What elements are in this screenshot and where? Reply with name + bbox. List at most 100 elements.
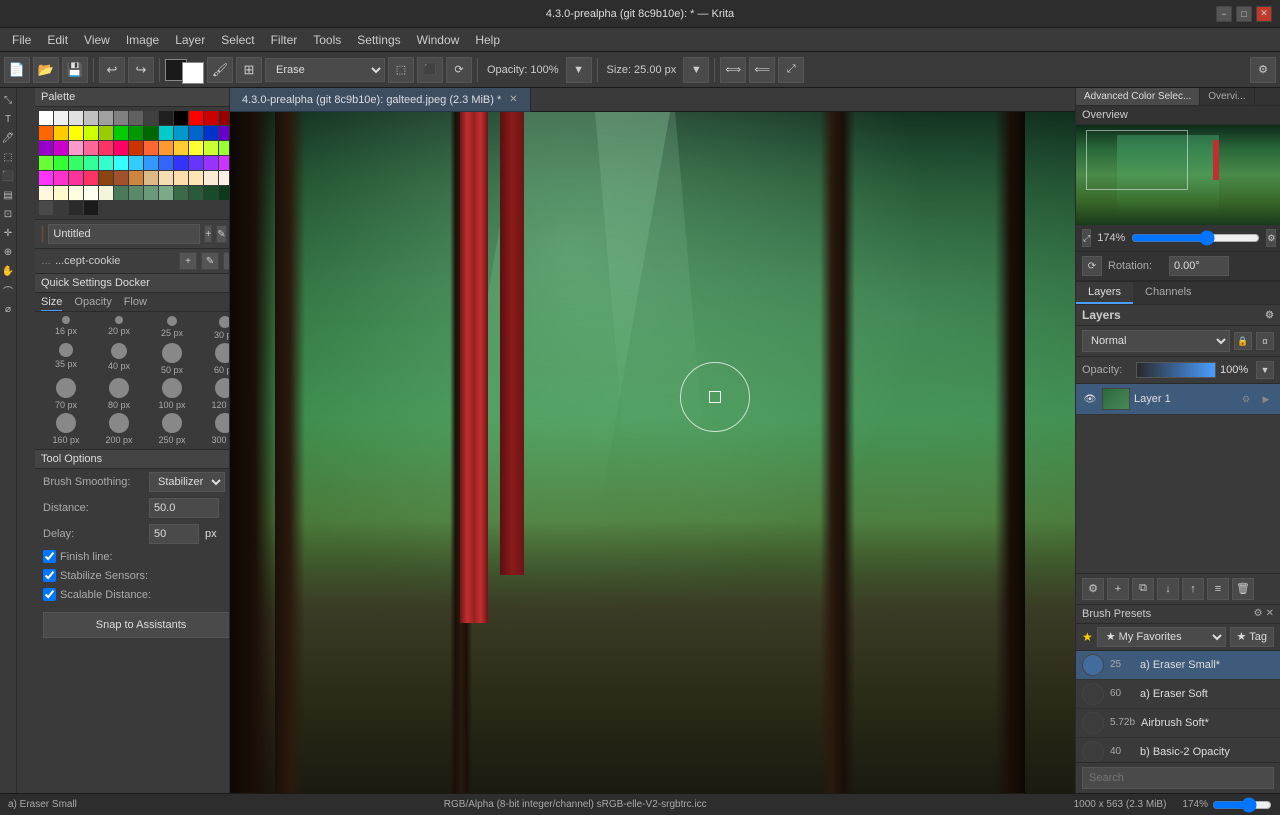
color-swatch[interactable] xyxy=(69,186,83,200)
save-file-button[interactable]: 💾 xyxy=(62,57,88,83)
maximize-button[interactable]: □ xyxy=(1236,6,1252,22)
layer-menu-button[interactable]: ≡ xyxy=(1207,578,1229,600)
color-swatch[interactable] xyxy=(54,126,68,140)
new-file-button[interactable]: 📄 xyxy=(4,57,30,83)
tool-path[interactable]: ⌒ xyxy=(0,282,16,298)
color-swatch[interactable] xyxy=(204,186,218,200)
tool-gradient[interactable]: ▤ xyxy=(0,187,16,203)
color-swatch[interactable] xyxy=(144,111,158,125)
menu-item-filter[interactable]: Filter xyxy=(263,31,306,49)
qs-brush-option[interactable]: 25 px xyxy=(147,316,197,340)
status-zoom-slider[interactable] xyxy=(1212,797,1272,813)
qs-brush-option[interactable]: 120 px xyxy=(200,378,230,410)
color-swatch[interactable] xyxy=(129,141,143,155)
color-swatch[interactable] xyxy=(129,186,143,200)
qs-brush-option[interactable]: 100 px xyxy=(147,378,197,410)
background-color[interactable] xyxy=(182,62,204,84)
color-swatch[interactable] xyxy=(144,186,158,200)
color-swatch[interactable] xyxy=(84,201,98,215)
color-swatch[interactable] xyxy=(99,141,113,155)
menu-item-select[interactable]: Select xyxy=(213,31,262,49)
zoom-fit-button[interactable]: ⤢ xyxy=(1082,229,1091,247)
menu-item-view[interactable]: View xyxy=(76,31,118,49)
menu-item-tools[interactable]: Tools xyxy=(305,31,349,49)
brush-smoothing-select[interactable]: Stabilizer xyxy=(149,472,225,492)
menu-item-image[interactable]: Image xyxy=(118,31,167,49)
color-swatch[interactable] xyxy=(84,171,98,185)
redo-button[interactable]: ↪ xyxy=(128,57,154,83)
layer-opacity-slider[interactable] xyxy=(1136,362,1216,378)
color-swatch[interactable] xyxy=(54,171,68,185)
color-swatch[interactable] xyxy=(84,141,98,155)
color-swatch[interactable] xyxy=(69,156,83,170)
color-swatch[interactable] xyxy=(99,126,113,140)
minimize-button[interactable]: − xyxy=(1216,6,1232,22)
color-swatch[interactable] xyxy=(204,171,218,185)
color-swatch[interactable] xyxy=(84,126,98,140)
color-swatch[interactable] xyxy=(219,141,230,155)
layer-add-button[interactable]: + xyxy=(1107,578,1129,600)
blend-alpha-icon[interactable]: α xyxy=(1256,332,1274,350)
menu-item-layer[interactable]: Layer xyxy=(167,31,213,49)
menu-item-file[interactable]: File xyxy=(4,31,39,49)
toolbar-settings-button[interactable]: ⚙ xyxy=(1250,57,1276,83)
add-layer-button[interactable]: + xyxy=(204,225,212,243)
qs-brush-option[interactable]: 50 px xyxy=(147,343,197,375)
color-swatch[interactable] xyxy=(69,126,83,140)
distance-input[interactable] xyxy=(149,498,219,518)
qs-brush-option[interactable]: 35 px xyxy=(41,343,91,375)
open-file-button[interactable]: 📂 xyxy=(33,57,59,83)
foreground-swatch[interactable] xyxy=(41,225,44,243)
overview-nav-rect[interactable] xyxy=(1086,130,1188,190)
qs-brush-option[interactable]: 160 px xyxy=(41,413,91,445)
color-swatch[interactable] xyxy=(39,126,53,140)
brush-preset-item[interactable]: 25a) Eraser Small* xyxy=(1076,651,1280,680)
color-swatch[interactable] xyxy=(54,201,68,215)
color-swatch[interactable] xyxy=(219,126,230,140)
color-swatch[interactable] xyxy=(39,141,53,155)
color-swatch[interactable] xyxy=(219,171,230,185)
blend-mode-select[interactable]: Normal xyxy=(1082,330,1230,352)
color-swatch[interactable] xyxy=(204,141,218,155)
qs-brush-option[interactable]: 80 px xyxy=(94,378,144,410)
palette-header[interactable]: Palette ✕ xyxy=(35,88,230,107)
brush-presets-tag-button[interactable]: ★ Tag xyxy=(1230,627,1274,647)
layer-collapse-icon[interactable]: ▶ xyxy=(1258,391,1274,407)
qs-brush-option[interactable]: 70 px xyxy=(41,378,91,410)
color-swatch[interactable] xyxy=(84,156,98,170)
layers-tab[interactable]: Layers xyxy=(1076,282,1133,304)
color-swatch[interactable] xyxy=(129,171,143,185)
color-swatch[interactable] xyxy=(144,171,158,185)
color-swatch[interactable] xyxy=(39,171,53,185)
bp-expand-icon[interactable]: ⚙ xyxy=(1254,608,1263,619)
color-swatch[interactable] xyxy=(174,141,188,155)
stabilize-sensors-checkbox[interactable] xyxy=(43,569,56,582)
canvas-content[interactable] xyxy=(230,112,1075,793)
color-swatch[interactable] xyxy=(69,171,83,185)
size-spinner-down[interactable]: ▼ xyxy=(683,57,709,83)
color-swatch[interactable] xyxy=(204,126,218,140)
color-swatch[interactable] xyxy=(159,141,173,155)
menu-item-edit[interactable]: Edit xyxy=(39,31,76,49)
color-swatch[interactable] xyxy=(219,186,230,200)
delay-input[interactable] xyxy=(149,524,199,544)
tool-crop[interactable]: ⊡ xyxy=(0,206,16,222)
undo-button[interactable]: ↩ xyxy=(99,57,125,83)
color-swatch[interactable] xyxy=(174,171,188,185)
layer-name-input[interactable] xyxy=(48,224,200,244)
color-swatch[interactable] xyxy=(159,111,173,125)
color-swatch[interactable] xyxy=(219,111,230,125)
tool-transform[interactable]: ⤡ xyxy=(0,92,16,108)
layer-options-icon[interactable]: ⚙ xyxy=(1238,391,1254,407)
qs-brush-option[interactable]: 60 px xyxy=(200,343,230,375)
tool-fill[interactable]: ⬛ xyxy=(0,168,16,184)
brush-edit-button[interactable]: ✎ xyxy=(201,252,219,270)
layer-item[interactable]: 👁 Layer 1 ⚙ ▶ xyxy=(1076,384,1280,415)
color-swatch[interactable] xyxy=(219,156,230,170)
edit-layer-button[interactable]: ✎ xyxy=(216,225,226,243)
color-swatch[interactable] xyxy=(54,111,68,125)
color-swatch[interactable] xyxy=(54,186,68,200)
color-swatch[interactable] xyxy=(204,156,218,170)
close-button[interactable]: ✕ xyxy=(1256,6,1272,22)
color-swatch[interactable] xyxy=(39,156,53,170)
